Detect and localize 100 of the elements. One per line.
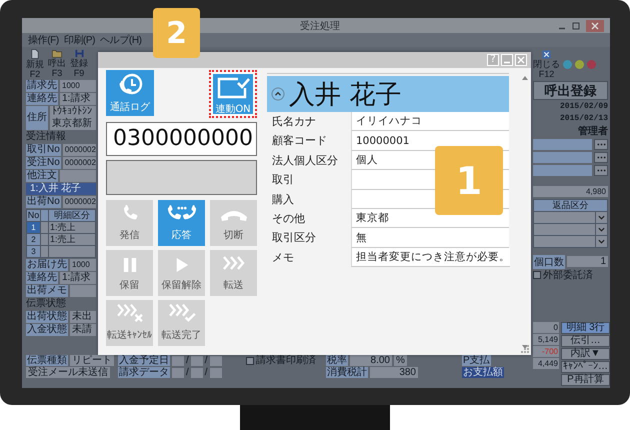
document-icon — [31, 49, 39, 59]
more-button[interactable] — [594, 139, 608, 150]
date-box[interactable] — [210, 368, 222, 378]
menu-item[interactable]: ヘルプ(H) — [100, 33, 142, 47]
date-separator: / — [186, 367, 189, 378]
field-label: お支払額 — [462, 367, 504, 378]
field-label: その他 — [271, 210, 306, 227]
field-value: 1000 — [60, 80, 96, 92]
field-label: 請求先 — [26, 80, 58, 92]
field-label: 個口数 — [533, 254, 565, 268]
play-icon — [174, 257, 188, 273]
field-value: 未請 — [70, 324, 96, 336]
dots-icon — [596, 156, 606, 159]
field-value: 10000001 — [356, 134, 410, 148]
mail-status-button[interactable]: 受注メール未送信 — [26, 367, 110, 378]
checkbox-label: 請求書印刷済 — [256, 355, 316, 366]
link-toggle-button[interactable]: 連動ON — [209, 70, 257, 118]
lookup-field[interactable] — [533, 165, 592, 176]
scroll-up-icon[interactable] — [522, 76, 528, 80]
table-cell: 1:売上 — [49, 222, 95, 233]
close-icon — [517, 56, 525, 64]
field-label: 法人個人区分 — [271, 152, 339, 169]
scroll-down-icon[interactable] — [522, 345, 528, 349]
maximize-icon[interactable] — [572, 22, 580, 30]
field-value: 0000002 — [62, 196, 96, 208]
customer-name: 入井 花子 — [289, 78, 402, 112]
hold-button[interactable]: 保留 — [106, 250, 153, 296]
select-field[interactable] — [534, 236, 595, 247]
field-label: 取引 — [271, 172, 295, 188]
field-label: 出荷メモ — [26, 285, 68, 297]
dropdown-button[interactable] — [596, 236, 607, 247]
field-label: 連絡先 — [26, 272, 58, 284]
row-number[interactable]: 2 — [27, 234, 40, 245]
dial-button[interactable]: 発信 — [106, 200, 153, 246]
menu-item[interactable]: 印刷(P) — [64, 33, 96, 47]
transfer-cancel-button[interactable]: 転送ｷｬﾝｾﾙ — [106, 300, 153, 346]
dropdown-button[interactable] — [596, 212, 607, 223]
user-name: 管理者 — [577, 126, 608, 137]
unit-label: % — [394, 355, 407, 366]
answer-button[interactable]: 応答 — [158, 200, 205, 246]
transfer-button[interactable]: 転送 — [210, 250, 257, 296]
lookup-field[interactable] — [533, 152, 592, 163]
call-log-button[interactable]: 通話ログ — [106, 70, 154, 116]
window-title: 受注処理 — [300, 20, 340, 32]
action-button[interactable]: P再計算 — [561, 374, 610, 386]
select-field[interactable] — [534, 224, 595, 235]
dropdown-button[interactable] — [596, 224, 607, 235]
checkbox[interactable] — [533, 270, 541, 278]
resume-button[interactable]: 保留解除 — [158, 250, 205, 296]
action-button[interactable]: 内訳▼ — [561, 348, 610, 360]
section-heading: 受注情報 — [26, 131, 67, 143]
action-button[interactable]: 伝引… — [561, 335, 610, 347]
field-label: 入金状態 — [26, 324, 68, 336]
date-box[interactable] — [210, 356, 222, 366]
resize-grip-icon[interactable] — [521, 345, 529, 353]
close-icon[interactable] — [586, 20, 604, 32]
customer-bar: 1:入井 花子 — [26, 183, 96, 195]
date-box[interactable] — [190, 368, 203, 378]
more-button[interactable] — [594, 165, 608, 176]
field-label: 出荷No — [26, 196, 61, 208]
section-heading: 伝票状態 — [26, 298, 67, 310]
hangup-button[interactable]: 切断 — [210, 200, 257, 246]
table-cell — [49, 246, 95, 257]
toolbar-button[interactable]: 閉じる F12 — [533, 50, 560, 78]
select-field[interactable] — [534, 212, 595, 223]
checkbox[interactable] — [246, 356, 254, 364]
minimize-button[interactable] — [501, 54, 513, 66]
column-header: 返品区分 — [534, 200, 607, 211]
more-button[interactable] — [594, 152, 608, 163]
amount-field: 4,449 — [533, 358, 559, 369]
field-value: 1 — [567, 256, 608, 267]
field-value: 無 — [356, 230, 367, 245]
amount-field: 0 — [533, 322, 559, 333]
field-value: 380 — [370, 367, 418, 378]
transfer-complete-button[interactable]: 転送完了 — [158, 300, 205, 346]
toolbar-button[interactable]: 呼出 F3 — [48, 49, 66, 78]
field-label: 出荷状態 — [26, 311, 68, 323]
pause-icon — [122, 257, 136, 273]
phone-number-field[interactable]: 0300000000 — [106, 122, 257, 156]
date-box[interactable] — [190, 356, 203, 366]
collapse-button[interactable] — [271, 87, 285, 101]
date-box[interactable] — [172, 368, 184, 378]
field-value: 0000002 — [62, 157, 96, 169]
close-button[interactable] — [515, 54, 527, 66]
table-cell: 1:売上 — [49, 234, 95, 245]
detail-count-label: 明細 3行 — [561, 322, 610, 334]
window-check-icon — [216, 76, 250, 100]
field-label: 取引No — [26, 144, 61, 156]
menu-item[interactable]: 操作(F) — [28, 33, 59, 47]
toolbar-button[interactable]: 登録 F9 — [70, 49, 88, 78]
action-button[interactable]: ｷｬﾝﾍﾟｰﾝ… — [561, 361, 610, 373]
lookup-field[interactable] — [533, 139, 592, 150]
field-value: 8.00 — [350, 355, 392, 366]
toolbar-button[interactable]: 新規 F2 — [26, 49, 44, 79]
date-box[interactable] — [172, 356, 184, 366]
field-label: メモ — [271, 250, 295, 266]
row-number[interactable]: 1 — [27, 222, 40, 233]
field-label: 顧客コード — [271, 133, 328, 150]
column-header: 明細区分 — [49, 210, 95, 221]
row-number[interactable]: 3 — [27, 246, 40, 257]
